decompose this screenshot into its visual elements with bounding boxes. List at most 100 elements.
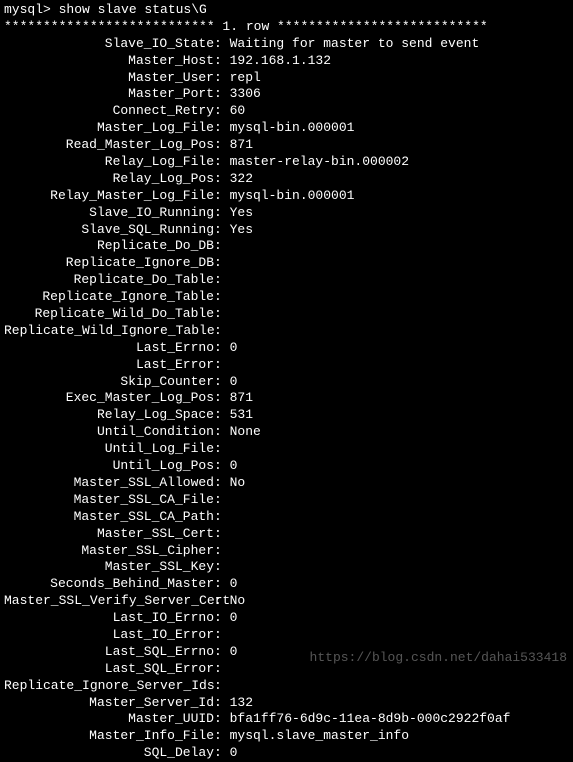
status-label: Until_Log_File: [4, 441, 214, 458]
status-row: Master_SSL_Key:: [4, 559, 569, 576]
label-value-separator: :: [214, 695, 230, 712]
label-value-separator: :: [214, 70, 230, 87]
label-value-separator: :: [214, 492, 230, 509]
status-row: Until_Log_File:: [4, 441, 569, 458]
status-value: Yes: [230, 205, 253, 222]
label-value-separator: :: [214, 475, 230, 492]
status-label: Read_Master_Log_Pos: [4, 137, 214, 154]
label-value-separator: :: [214, 255, 230, 272]
status-label: Master_SSL_CA_Path: [4, 509, 214, 526]
status-value: bfa1ff76-6d9c-11ea-8d9b-000c2922f0af: [230, 711, 511, 728]
status-label: Replicate_Ignore_Server_Ids: [4, 678, 214, 695]
status-value: Waiting for master to send event: [230, 36, 480, 53]
status-row: Replicate_Ignore_Server_Ids:: [4, 678, 569, 695]
status-label: Master_Log_File: [4, 120, 214, 137]
label-value-separator: :: [214, 390, 230, 407]
status-value: 322: [230, 171, 253, 188]
status-row: Exec_Master_Log_Pos: 871: [4, 390, 569, 407]
label-value-separator: :: [214, 120, 230, 137]
label-value-separator: :: [214, 661, 230, 678]
status-label: Slave_IO_State: [4, 36, 214, 53]
label-value-separator: :: [214, 543, 230, 560]
status-value: 0: [230, 340, 238, 357]
status-label: Skip_Counter: [4, 374, 214, 391]
label-value-separator: :: [214, 559, 230, 576]
label-value-separator: :: [214, 678, 230, 695]
status-label: Relay_Master_Log_File: [4, 188, 214, 205]
status-label: Replicate_Do_DB: [4, 238, 214, 255]
status-label: Relay_Log_File: [4, 154, 214, 171]
status-label: Master_SSL_Allowed: [4, 475, 214, 492]
status-row: Connect_Retry: 60: [4, 103, 569, 120]
label-value-separator: :: [214, 610, 230, 627]
status-row: Last_Errno: 0: [4, 340, 569, 357]
status-row: Master_SSL_Verify_Server_Cert: No: [4, 593, 569, 610]
status-row: Replicate_Ignore_DB:: [4, 255, 569, 272]
status-value: 0: [230, 576, 238, 593]
status-label: Master_Server_Id: [4, 695, 214, 712]
status-label: Relay_Log_Space: [4, 407, 214, 424]
status-row: Last_SQL_Error:: [4, 661, 569, 678]
status-value: 0: [230, 458, 238, 475]
status-value: 0: [230, 610, 238, 627]
label-value-separator: :: [214, 627, 230, 644]
status-label: Relay_Log_Pos: [4, 171, 214, 188]
label-value-separator: :: [214, 644, 230, 661]
status-label: Master_SSL_Cert: [4, 526, 214, 543]
label-value-separator: :: [214, 509, 230, 526]
label-value-separator: :: [214, 357, 230, 374]
status-row: Master_User: repl: [4, 70, 569, 87]
status-row: Until_Log_Pos: 0: [4, 458, 569, 475]
status-row: Relay_Log_Space: 531: [4, 407, 569, 424]
status-row: Last_IO_Error:: [4, 627, 569, 644]
status-value: 60: [230, 103, 246, 120]
status-row: Last_IO_Errno: 0: [4, 610, 569, 627]
status-label: Master_User: [4, 70, 214, 87]
status-label: Slave_SQL_Running: [4, 222, 214, 239]
label-value-separator: :: [214, 188, 230, 205]
status-label: Master_SSL_Key: [4, 559, 214, 576]
status-row: Last_Error:: [4, 357, 569, 374]
label-value-separator: :: [214, 711, 230, 728]
status-label: Master_Info_File: [4, 728, 214, 745]
status-row: Slave_IO_Running: Yes: [4, 205, 569, 222]
status-row: Relay_Log_Pos: 322: [4, 171, 569, 188]
status-row: Relay_Log_File: master-relay-bin.000002: [4, 154, 569, 171]
status-label: Replicate_Ignore_Table: [4, 289, 214, 306]
status-row: Replicate_Wild_Do_Table:: [4, 306, 569, 323]
status-row: Until_Condition: None: [4, 424, 569, 441]
status-value: mysql.slave_master_info: [230, 728, 409, 745]
label-value-separator: :: [214, 593, 230, 610]
status-value: 0: [230, 644, 238, 661]
status-row: Master_Server_Id: 132: [4, 695, 569, 712]
status-label: Master_Host: [4, 53, 214, 70]
status-row: Master_SSL_CA_File:: [4, 492, 569, 509]
label-value-separator: :: [214, 424, 230, 441]
label-value-separator: :: [214, 458, 230, 475]
label-value-separator: :: [214, 53, 230, 70]
status-row: Master_SSL_Allowed: No: [4, 475, 569, 492]
status-label: Until_Log_Pos: [4, 458, 214, 475]
status-label: Last_SQL_Error: [4, 661, 214, 678]
label-value-separator: :: [214, 576, 230, 593]
status-value: repl: [230, 70, 261, 87]
status-row: SQL_Delay: 0: [4, 745, 569, 762]
status-row: Replicate_Do_DB:: [4, 238, 569, 255]
status-label: Last_Error: [4, 357, 214, 374]
status-row: Master_Info_File: mysql.slave_master_inf…: [4, 728, 569, 745]
status-label: Master_SSL_Cipher: [4, 543, 214, 560]
label-value-separator: :: [214, 205, 230, 222]
label-value-separator: :: [214, 289, 230, 306]
status-label: Replicate_Wild_Do_Table: [4, 306, 214, 323]
label-value-separator: :: [214, 36, 230, 53]
status-value: mysql-bin.000001: [230, 188, 355, 205]
status-label: Last_Errno: [4, 340, 214, 357]
status-label: Replicate_Ignore_DB: [4, 255, 214, 272]
status-row: Relay_Master_Log_File: mysql-bin.000001: [4, 188, 569, 205]
label-value-separator: :: [214, 222, 230, 239]
status-label: Last_SQL_Errno: [4, 644, 214, 661]
status-row: Master_SSL_Cipher:: [4, 543, 569, 560]
label-value-separator: :: [214, 323, 230, 340]
label-value-separator: :: [214, 526, 230, 543]
label-value-separator: :: [214, 103, 230, 120]
